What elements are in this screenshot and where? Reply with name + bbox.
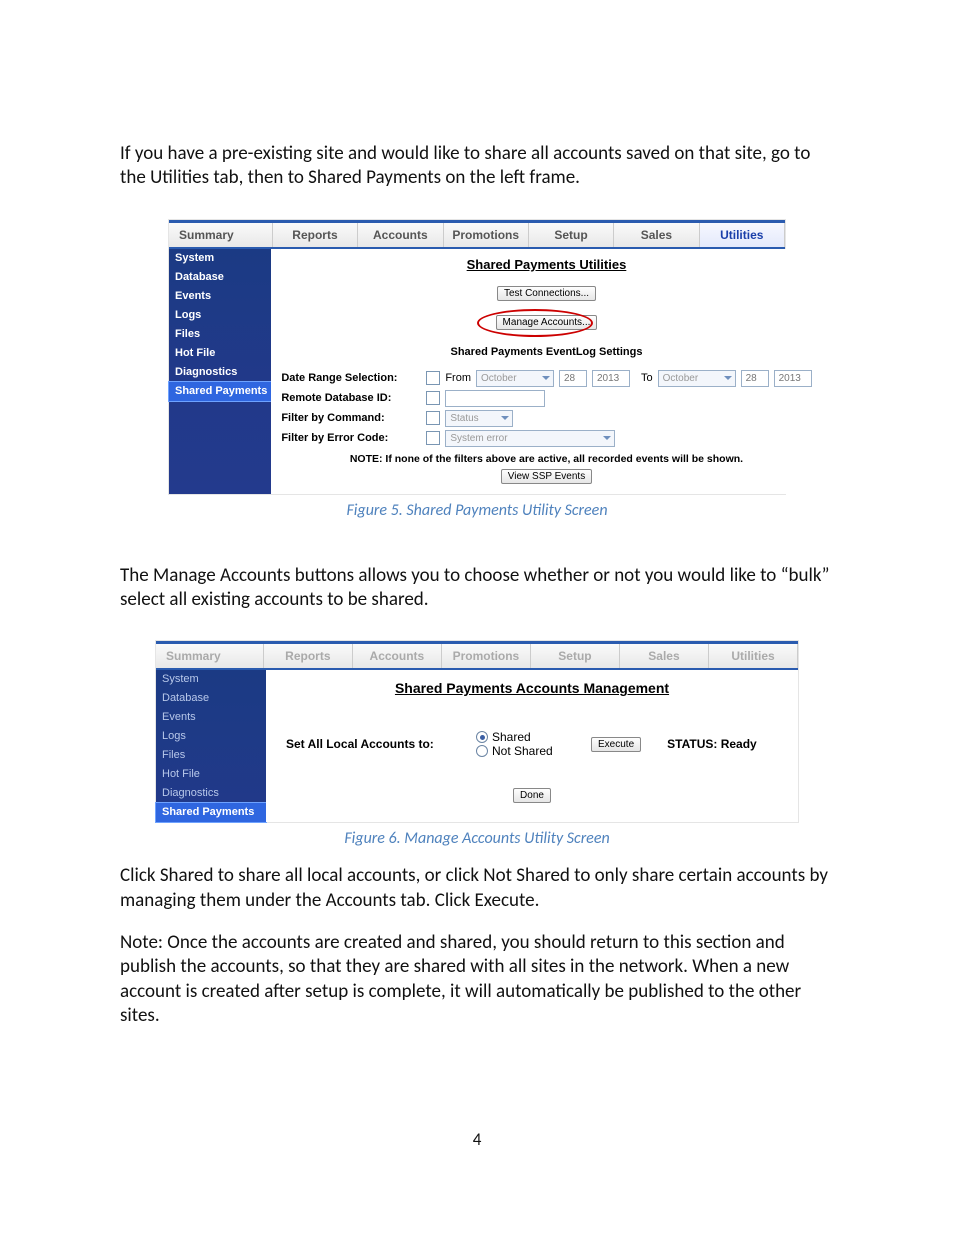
figure-6-screenshot: Summary Reports Accounts Promotions Setu… <box>155 640 799 823</box>
sidebar-item-hotfile[interactable]: Hot File <box>169 344 271 363</box>
filter-note: NOTE: If none of the filters above are a… <box>281 453 811 465</box>
to-year-input[interactable]: 2013 <box>774 370 812 387</box>
tab-setup[interactable]: Setup <box>529 223 614 247</box>
tab-sales[interactable]: Sales <box>620 644 709 668</box>
content-panel: Shared Payments Utilities Test Connectio… <box>271 249 821 494</box>
filter-command-row: Filter by Command: Status <box>281 410 811 427</box>
sidebar-item-files[interactable]: Files <box>169 325 271 344</box>
sidebar-item-system[interactable]: System <box>169 249 271 268</box>
test-connections-button[interactable]: Test Connections... <box>497 286 596 301</box>
status-text: STATUS: Ready <box>667 737 757 751</box>
remote-db-checkbox[interactable] <box>426 391 440 405</box>
set-accounts-label: Set All Local Accounts to: <box>286 737 476 751</box>
date-range-checkbox[interactable] <box>426 371 440 385</box>
done-button[interactable]: Done <box>513 788 551 803</box>
figure-5-caption: Figure 5. Shared Payments Utility Screen <box>120 501 834 520</box>
tab-summary[interactable]: Summary <box>169 223 273 247</box>
eventlog-settings-heading: Shared Payments EventLog Settings <box>281 346 811 358</box>
filter-command-checkbox[interactable] <box>426 411 440 425</box>
from-year-input[interactable]: 2013 <box>592 370 630 387</box>
content-panel: Shared Payments Accounts Management Set … <box>266 670 798 822</box>
from-month-select[interactable]: October <box>476 370 554 387</box>
sidebar-item-events[interactable]: Events <box>156 708 266 727</box>
figure-5-screenshot: Summary Reports Accounts Promotions Setu… <box>168 219 786 495</box>
radio-not-shared[interactable]: Not Shared <box>476 744 591 758</box>
sidebar-item-hotfile[interactable]: Hot File <box>156 765 266 784</box>
tab-accounts[interactable]: Accounts <box>358 223 443 247</box>
document-page: If you have a pre-existing site and woul… <box>0 0 954 1235</box>
filter-error-row: Filter by Error Code: System error <box>281 430 811 447</box>
filter-error-select[interactable]: System error <box>445 430 615 447</box>
figure-6-caption: Figure 6. Manage Accounts Utility Screen <box>120 829 834 848</box>
date-range-label: Date Range Selection: <box>281 372 421 384</box>
intro-paragraph-1: If you have a pre-existing site and woul… <box>120 142 834 191</box>
filter-error-label: Filter by Error Code: <box>281 432 421 444</box>
sidebar-item-system[interactable]: System <box>156 670 266 689</box>
radio-dot-icon <box>476 731 488 743</box>
top-tab-bar: Summary Reports Accounts Promotions Setu… <box>169 220 785 249</box>
remote-db-label: Remote Database ID: <box>281 392 421 404</box>
paragraph-4: Note: Once the accounts are created and … <box>120 931 834 1028</box>
page-number: 4 <box>0 1129 954 1150</box>
top-tab-bar: Summary Reports Accounts Promotions Setu… <box>156 641 798 670</box>
filter-error-checkbox[interactable] <box>426 431 440 445</box>
to-day-input[interactable]: 28 <box>741 370 769 387</box>
sidebar-item-diagnostics[interactable]: Diagnostics <box>169 363 271 382</box>
remote-db-input[interactable] <box>445 390 545 407</box>
remote-db-row: Remote Database ID: <box>281 390 811 407</box>
panel-title: Shared Payments Accounts Management <box>286 680 778 696</box>
sidebar-item-logs[interactable]: Logs <box>169 306 271 325</box>
paragraph-3: Click Shared to share all local accounts… <box>120 864 834 913</box>
set-accounts-row: Set All Local Accounts to: Shared Not Sh… <box>286 730 778 758</box>
radio-shared-label: Shared <box>492 730 531 744</box>
to-month-select[interactable]: October <box>658 370 736 387</box>
sidebar-item-shared-payments[interactable]: Shared Payments <box>156 803 266 822</box>
tab-accounts[interactable]: Accounts <box>353 644 442 668</box>
tab-summary[interactable]: Summary <box>156 644 264 668</box>
tab-utilities[interactable]: Utilities <box>709 644 798 668</box>
to-label: To <box>641 372 653 384</box>
sidebar-item-database[interactable]: Database <box>156 689 266 708</box>
tab-promotions[interactable]: Promotions <box>442 644 531 668</box>
filter-command-select[interactable]: Status <box>445 410 513 427</box>
tab-utilities[interactable]: Utilities <box>700 223 785 247</box>
manage-accounts-button[interactable]: Manage Accounts... <box>496 315 598 330</box>
execute-button[interactable]: Execute <box>591 737 641 752</box>
sidebar: System Database Events Logs Files Hot Fi… <box>169 249 271 494</box>
radio-dot-icon <box>476 745 488 757</box>
sidebar-item-database[interactable]: Database <box>169 268 271 287</box>
tab-promotions[interactable]: Promotions <box>444 223 529 247</box>
panel-title: Shared Payments Utilities <box>281 257 811 272</box>
radio-shared[interactable]: Shared <box>476 730 591 744</box>
filter-command-label: Filter by Command: <box>281 412 421 424</box>
view-ssp-events-button[interactable]: View SSP Events <box>501 469 592 484</box>
sidebar-item-shared-payments[interactable]: Shared Payments <box>169 382 271 401</box>
sidebar: System Database Events Logs Files Hot Fi… <box>156 670 266 822</box>
from-label: From <box>445 372 471 384</box>
intro-paragraph-2: The Manage Accounts buttons allows you t… <box>120 564 834 613</box>
tab-reports[interactable]: Reports <box>273 223 358 247</box>
tab-sales[interactable]: Sales <box>614 223 699 247</box>
date-range-row: Date Range Selection: From October 28 20… <box>281 370 811 387</box>
tab-reports[interactable]: Reports <box>264 644 353 668</box>
sidebar-item-files[interactable]: Files <box>156 746 266 765</box>
sidebar-item-events[interactable]: Events <box>169 287 271 306</box>
from-day-input[interactable]: 28 <box>559 370 587 387</box>
radio-not-shared-label: Not Shared <box>492 744 553 758</box>
sidebar-item-logs[interactable]: Logs <box>156 727 266 746</box>
tab-setup[interactable]: Setup <box>531 644 620 668</box>
sidebar-item-diagnostics[interactable]: Diagnostics <box>156 784 266 803</box>
